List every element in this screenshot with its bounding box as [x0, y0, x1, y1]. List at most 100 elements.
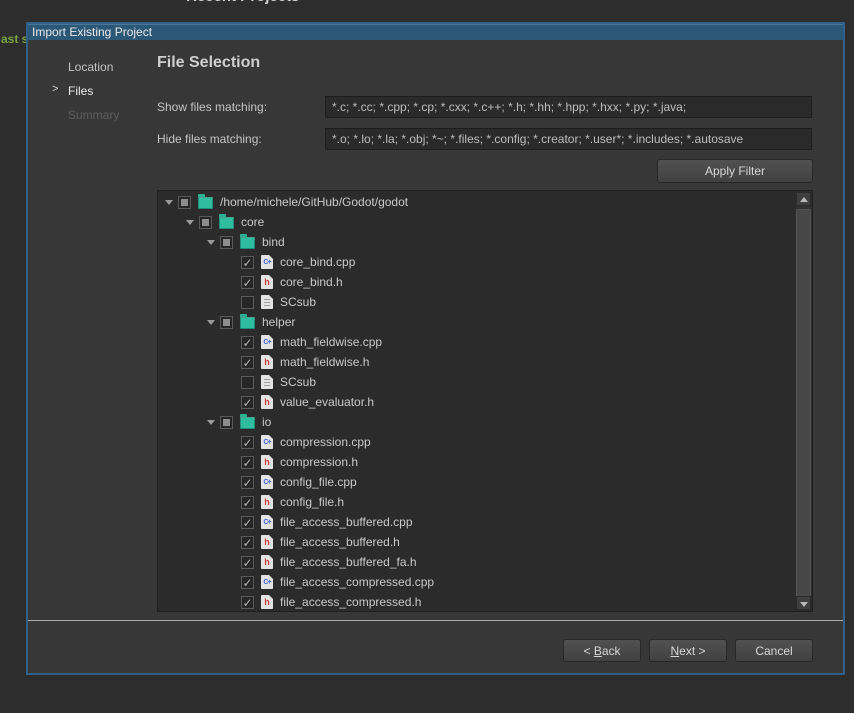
file-tree: /home/michele/GitHub/Godot/godot core bi… [157, 190, 813, 612]
back-button[interactable]: < Back [563, 639, 641, 662]
tree-item-label: config_file.h [280, 495, 344, 509]
tree-checkbox[interactable]: ✓ [241, 396, 254, 409]
show-files-input[interactable]: *.c; *.cc; *.cpp; *.cp; *.cxx; *.c++; *.… [325, 96, 812, 118]
tree-row[interactable]: ✓ C+ math_fieldwise.cpp [158, 332, 796, 352]
hide-files-label: Hide files matching: [157, 128, 262, 150]
tree-checkbox[interactable]: ✓ [241, 256, 254, 269]
back-label-post: ack [602, 644, 621, 658]
tree-checkbox[interactable] [220, 416, 233, 429]
tree-checkbox[interactable]: ✓ [241, 456, 254, 469]
tree-row[interactable]: helper [158, 312, 796, 332]
expander-icon [225, 296, 241, 308]
expander-icon [225, 536, 241, 548]
scrollbar-thumb[interactable] [796, 209, 811, 597]
tree-row[interactable]: SCsub [158, 372, 796, 392]
tree-checkbox[interactable]: ✓ [241, 496, 254, 509]
expander-icon [225, 436, 241, 448]
tree-row[interactable]: ✓ C+ compression.cpp [158, 432, 796, 452]
cpp-file-icon: C+ [261, 335, 273, 349]
header-file-icon: h [261, 495, 273, 509]
apply-filter-button[interactable]: Apply Filter [657, 159, 813, 183]
tree-row[interactable]: ✓ h file_access_compressed.h [158, 592, 796, 612]
cpp-file-icon: C+ [261, 475, 273, 489]
tree-row[interactable]: ✓ C+ file_access_compressed.cpp [158, 572, 796, 592]
tree-item-label: core_bind.cpp [280, 255, 355, 269]
expander-icon[interactable] [204, 236, 220, 248]
tree-item-label: file_access_compressed.h [280, 595, 421, 609]
tree-item-label: file_access_buffered.cpp [280, 515, 413, 529]
tree-checkbox[interactable]: ✓ [241, 596, 254, 609]
tree-checkbox[interactable]: ✓ [241, 576, 254, 589]
tree-row[interactable]: core [158, 212, 796, 232]
tree-checkbox[interactable]: ✓ [241, 436, 254, 449]
sidebar-item-location[interactable]: Location [68, 59, 113, 75]
tree-item-label: SCsub [280, 295, 316, 309]
folder-icon [198, 197, 213, 209]
tree-row[interactable]: ✓ h config_file.h [158, 492, 796, 512]
tree-checkbox[interactable] [199, 216, 212, 229]
tree-checkbox[interactable] [241, 376, 254, 389]
scroll-down-icon[interactable] [796, 596, 811, 610]
text-file-icon [261, 295, 273, 309]
tree-checkbox[interactable] [220, 236, 233, 249]
tree-scrollbar[interactable] [796, 192, 811, 610]
tree-row[interactable]: SCsub [158, 292, 796, 312]
tree-checkbox[interactable]: ✓ [241, 536, 254, 549]
tree-checkbox[interactable]: ✓ [241, 556, 254, 569]
tree-row[interactable]: ✓ h compression.h [158, 452, 796, 472]
tree-row[interactable]: /home/michele/GitHub/Godot/godot [158, 192, 796, 212]
screen: Recent Projects ast s Import Existing Pr… [0, 0, 854, 713]
tree-item-label: file_access_buffered_fa.h [280, 555, 417, 569]
show-files-value: *.c; *.cc; *.cpp; *.cp; *.cxx; *.c++; *.… [332, 100, 686, 114]
background-recent-projects-text: Recent Projects [186, 0, 299, 5]
tree-checkbox[interactable]: ✓ [241, 336, 254, 349]
tree-row[interactable]: ✓ C+ config_file.cpp [158, 472, 796, 492]
tree-checkbox[interactable] [178, 196, 191, 209]
dialog-titlebar[interactable]: Import Existing Project [28, 24, 843, 40]
tree-row[interactable]: ✓ h file_access_buffered_fa.h [158, 552, 796, 572]
hide-files-input[interactable]: *.o; *.lo; *.la; *.obj; *~; *.files; *.c… [325, 128, 812, 150]
tree-checkbox[interactable]: ✓ [241, 276, 254, 289]
header-file-icon: h [261, 455, 273, 469]
expander-icon[interactable] [183, 216, 199, 228]
expander-icon [225, 276, 241, 288]
tree-item-label: core_bind.h [280, 275, 343, 289]
tree-checkbox[interactable]: ✓ [241, 476, 254, 489]
tree-item-label: math_fieldwise.h [280, 355, 369, 369]
sidebar-item-summary: Summary [68, 107, 119, 123]
tree-row[interactable]: ✓ h value_evaluator.h [158, 392, 796, 412]
tree-row[interactable]: ✓ h core_bind.h [158, 272, 796, 292]
tree-item-label: compression.h [280, 455, 358, 469]
tree-row[interactable]: ✓ h file_access_buffered.h [158, 532, 796, 552]
sidebar-item-files[interactable]: Files [68, 83, 93, 99]
tree-item-label: value_evaluator.h [280, 395, 374, 409]
header-file-icon: h [261, 395, 273, 409]
header-file-icon: h [261, 595, 273, 609]
next-button[interactable]: Next > [649, 639, 727, 662]
folder-icon [240, 237, 255, 249]
tree-row[interactable]: ✓ C+ file_access_buffered.cpp [158, 512, 796, 532]
expander-icon [225, 256, 241, 268]
expander-icon[interactable] [162, 196, 178, 208]
cancel-button[interactable]: Cancel [735, 639, 813, 662]
tree-row[interactable]: ✓ C+ core_bind.cpp [158, 252, 796, 272]
tree-checkbox[interactable]: ✓ [241, 516, 254, 529]
tree-checkbox[interactable] [220, 316, 233, 329]
tree-row[interactable]: ✓ h math_fieldwise.h [158, 352, 796, 372]
header-file-icon: h [261, 555, 273, 569]
expander-icon[interactable] [204, 316, 220, 328]
tree-row[interactable]: bind [158, 232, 796, 252]
cpp-file-icon: C+ [261, 435, 273, 449]
back-label-key: B [594, 644, 602, 658]
tree-checkbox[interactable]: ✓ [241, 356, 254, 369]
tree-checkbox[interactable] [241, 296, 254, 309]
cpp-file-icon: C+ [261, 575, 273, 589]
expander-icon[interactable] [204, 416, 220, 428]
next-label-post: ext > [679, 644, 705, 658]
scroll-up-icon[interactable] [796, 192, 811, 206]
folder-icon [240, 417, 255, 429]
tree-row[interactable]: io [158, 412, 796, 432]
hide-files-value: *.o; *.lo; *.la; *.obj; *~; *.files; *.c… [332, 132, 743, 146]
text-file-icon [261, 375, 273, 389]
expander-icon [225, 376, 241, 388]
